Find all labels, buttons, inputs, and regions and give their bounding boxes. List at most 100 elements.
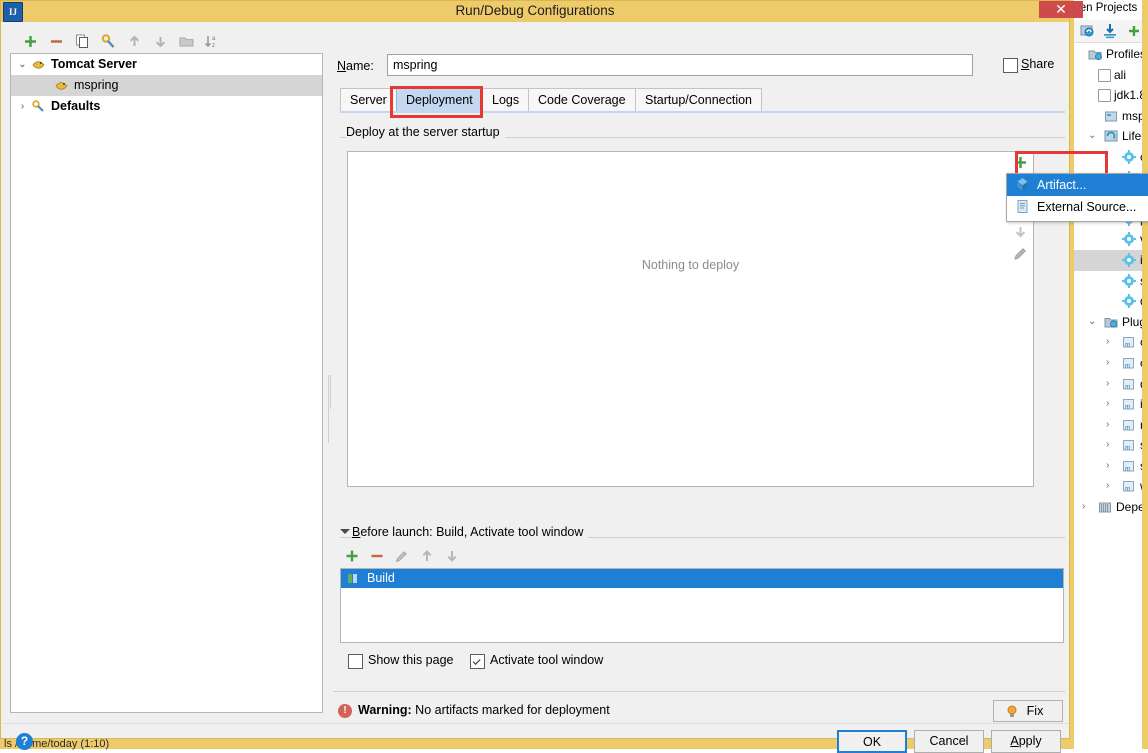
chevron-down-icon[interactable]: ⌄ [1088,130,1098,142]
move-up-icon[interactable] [126,33,143,50]
activate-tool-window-checkbox[interactable] [470,654,485,669]
maven-tree-item[interactable]: ›mde [1074,374,1148,395]
maven-tree-item[interactable]: ⌄Plugin [1074,312,1148,333]
maven-tree-item[interactable]: ve [1074,229,1148,250]
maven-tree-item[interactable]: ›mcl [1074,332,1148,353]
add-task-icon[interactable] [344,548,360,564]
chevron-right-icon[interactable]: › [1082,501,1092,513]
maven-tree-item[interactable]: ›mwa [1074,476,1148,497]
configuration-tree-item-defaults[interactable]: › Defaults [11,96,322,117]
apply-label-rest: pply [1018,734,1042,748]
add-configuration-icon[interactable] [22,33,39,50]
chevron-right-icon[interactable]: › [1106,357,1116,369]
maven-tree-item[interactable]: de [1074,291,1148,312]
fix-button[interactable]: Fix [993,700,1063,722]
save-configuration-icon[interactable] [100,33,117,50]
maven-profile-checkbox[interactable] [1098,89,1111,103]
edit-task-icon[interactable] [394,548,410,564]
maven-tree-item[interactable]: ›msit [1074,435,1148,456]
deployment-list[interactable] [347,151,1034,487]
move-down-icon[interactable] [1012,223,1029,240]
remove-configuration-icon[interactable] [48,33,65,50]
dialog-body: az ⌄ Tomcat Server mspring › Defaults Name: … [2,23,1148,753]
maven-tree-item[interactable]: Profiles [1074,44,1148,65]
maven-tree-item-label: Depe [1116,500,1145,515]
tab-server[interactable]: Server [340,88,397,111]
help-icon[interactable]: ? [16,733,33,750]
configuration-name-input[interactable] [387,54,973,76]
show-this-page-checkbox[interactable] [348,654,363,669]
tab-deployment[interactable]: Deployment [396,88,483,111]
edit-artifact-icon[interactable] [1012,245,1029,262]
screen-root: ven Projects Profilesalijdk1.8mspringm⌄L… [0,0,1148,753]
chevron-right-icon[interactable]: › [1106,460,1116,472]
menu-item-artifact[interactable]: Artifact... [1007,174,1148,196]
chevron-right-icon[interactable]: › [1106,419,1116,431]
ok-button[interactable]: OK [837,730,907,753]
share-checkbox[interactable] [1003,58,1018,73]
chevron-down-icon[interactable]: ⌄ [1088,316,1098,328]
maven-tree-item[interactable]: sit [1074,271,1148,292]
tab-logs[interactable]: Logs [482,88,530,111]
chevron-right-icon[interactable]: › [1106,336,1116,348]
maven-tree-item[interactable]: ⌄Lifecy [1074,126,1148,147]
svg-text:m: m [1125,341,1130,349]
wrench-icon [31,99,46,114]
move-down-icon[interactable] [152,33,169,50]
configuration-tree-item-tomcat-server[interactable]: ⌄ Tomcat Server [11,54,322,75]
maven-tree-item[interactable]: ›min [1074,394,1148,415]
configurations-tree[interactable]: ⌄ Tomcat Server mspring › Defaults [10,53,323,713]
list-item[interactable]: Build [341,569,1063,588]
maven-tree-item[interactable]: in [1074,249,1148,271]
menu-item-external-source[interactable]: External Source... [1007,196,1148,218]
tab-code-coverage[interactable]: Code Coverage [528,88,636,111]
reimport-icon[interactable] [1080,23,1096,39]
before-launch-title-rest: efore launch: Build, Activate tool windo… [360,525,584,539]
panel-splitter-handle[interactable] [328,375,333,443]
maven-profile-checkbox[interactable] [1098,68,1111,82]
add-maven-project-icon[interactable] [1126,23,1142,39]
plugin-icon: m [1122,397,1136,411]
maven-tree-item[interactable]: mspringm [1074,106,1148,127]
tab-startup-connection[interactable]: Startup/Connection [635,88,763,111]
maven-projects-panel: ven Projects Profiles ali jdk1.8mspringm⌄L… [1073,0,1148,749]
move-task-down-icon[interactable] [444,548,460,564]
new-folder-icon[interactable] [178,33,195,50]
maven-tree-item[interactable]: jdk1.8 [1074,85,1148,106]
name-label-accel: N [337,59,347,73]
add-artifact-icon[interactable] [1012,154,1029,171]
chevron-right-icon[interactable]: › [1106,439,1116,451]
warning-text: No artifacts marked for deployment [411,703,610,717]
gear-icon [1122,232,1136,247]
plugin-icon: m [1122,377,1136,391]
maven-tree-item[interactable]: ›mcc [1074,353,1148,374]
chevron-down-icon[interactable]: ⌄ [17,59,28,70]
before-launch-title: Before launch: Build, Activate tool wind… [352,525,589,539]
remove-task-icon[interactable] [369,548,385,564]
maven-tree-item[interactable]: › Depe [1074,497,1148,518]
before-launch-collapse-arrow[interactable] [340,529,350,534]
warning-prefix: Warning: [358,703,412,717]
chevron-right-icon[interactable]: › [17,101,28,112]
cancel-button[interactable]: Cancel [914,730,984,753]
configuration-tree-item-mspring[interactable]: mspring [11,75,322,96]
configurations-toolbar: az [10,29,310,53]
maven-tree-item[interactable]: ›msu [1074,456,1148,477]
maven-tree-item[interactable]: cl [1074,147,1148,168]
chevron-right-icon[interactable]: › [1106,378,1116,390]
close-window-button[interactable]: ✕ [1039,1,1083,18]
chevron-right-icon[interactable]: › [1106,398,1116,410]
dialog-titlebar[interactable]: IJ Run/Debug Configurations [1,1,1069,22]
chevron-right-icon[interactable]: › [1106,480,1116,492]
download-sources-icon[interactable] [1102,23,1118,39]
configuration-tree-item-label: Tomcat Server [51,57,137,71]
fix-button-label: Fix [1026,704,1044,718]
show-this-page-label: Show this page [368,653,454,667]
maven-tree-item[interactable]: ali [1074,65,1148,86]
move-task-up-icon[interactable] [419,548,435,564]
sort-configurations-icon[interactable]: az [204,33,221,50]
copy-configuration-icon[interactable] [74,33,91,50]
apply-button[interactable]: Apply [991,730,1061,753]
before-launch-task-list[interactable]: Build [340,568,1064,643]
maven-tree-item[interactable]: ›mre [1074,415,1148,436]
